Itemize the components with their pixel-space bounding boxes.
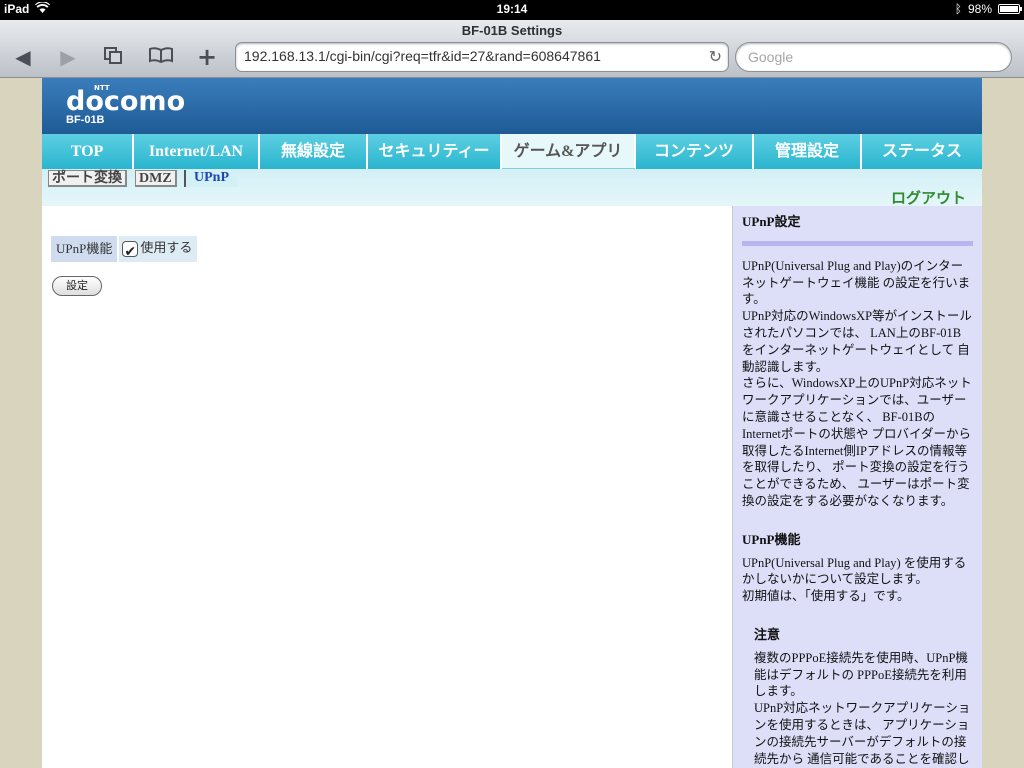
tab-wireless[interactable]: 無線設定 bbox=[260, 134, 368, 169]
upnp-label: UPnP機能 bbox=[51, 236, 118, 262]
browser-toolbar: BF-01B Settings ◀ ▶ + 192.168.13.1/cgi-b… bbox=[0, 20, 1024, 78]
forward-icon[interactable]: ▶ bbox=[55, 46, 81, 68]
upnp-enable-checkbox[interactable] bbox=[122, 239, 139, 265]
help-intro: UPnP(Universal Plug and Play)のインターネットゲート… bbox=[742, 258, 971, 307]
help-panel: UPnP設定 UPnP(Universal Plug and Play)のインタ… bbox=[732, 206, 982, 768]
help-note: 注意 複数のPPPoE接続先を使用時、UPnP機能はデフォルトの PPPoE接続… bbox=[742, 627, 973, 767]
subtab-port-forwarding[interactable]: ポート変換 bbox=[48, 170, 127, 187]
help-note-title: 注意 bbox=[754, 626, 781, 642]
help-note-p2: UPnP対応ネットワークアプリケーションを使用するときは、 アプリケーションの接… bbox=[754, 701, 971, 766]
help-note-p1: 複数のPPPoE接続先を使用時、UPnP機能はデフォルトの PPPoE接続先を利… bbox=[754, 650, 968, 699]
tab-security[interactable]: セキュリティー bbox=[368, 134, 502, 169]
subtab-upnp[interactable]: UPnP bbox=[184, 170, 237, 187]
set-button[interactable]: 設定 bbox=[52, 276, 102, 296]
sub-nav: ポート変換 DMZ UPnP ログアウト bbox=[42, 169, 982, 208]
subtab-dmz[interactable]: DMZ bbox=[135, 170, 177, 187]
clock: 19:14 bbox=[496, 2, 528, 16]
help-section2-title: UPnP機能 bbox=[742, 531, 801, 547]
reload-icon[interactable]: ↻ bbox=[709, 47, 722, 67]
search-field[interactable]: Google bbox=[735, 42, 1012, 72]
help-section2-text: UPnP(Universal Plug and Play) を使用するかしないか… bbox=[742, 555, 967, 587]
docomo-logo: NTT docomo BF-01B bbox=[66, 84, 186, 126]
upnp-enable-label: 使用する bbox=[140, 241, 193, 256]
settings-form: UPnP機能 使用する 設定 bbox=[42, 206, 732, 768]
page-title: BF-01B Settings bbox=[461, 23, 563, 38]
tab-status[interactable]: ステータス bbox=[862, 134, 982, 169]
main-nav: TOP Internet/LAN 無線設定 セキュリティー ゲーム&アプリ コン… bbox=[42, 134, 982, 169]
tab-contents[interactable]: コンテンツ bbox=[636, 134, 754, 169]
upnp-row: UPnP機能 使用する bbox=[51, 236, 198, 265]
upnp-enable[interactable]: 使用する bbox=[119, 236, 198, 265]
bluetooth-icon: ᛒ bbox=[954, 2, 962, 16]
tab-games-apps[interactable]: ゲーム&アプリ bbox=[502, 134, 636, 169]
battery-icon bbox=[998, 4, 1022, 14]
tab-internet-lan[interactable]: Internet/LAN bbox=[134, 134, 260, 169]
url-field[interactable]: 192.168.13.1/cgi-bin/cgi?req=tfr&id=27&r… bbox=[235, 42, 729, 72]
help-p3: さらに、WindowsXP上のUPnP対応ネットワークアプリケーションでは、ユー… bbox=[742, 376, 972, 508]
help-p2: UPnP対応のWindowsXP等がインストールされたパソコンでは、 LAN上の… bbox=[742, 309, 972, 374]
battery-percent: 98% bbox=[967, 2, 992, 16]
pages-icon[interactable] bbox=[100, 46, 126, 68]
router-page: NTT docomo BF-01B TOP Internet/LAN 無線設定 … bbox=[42, 78, 982, 768]
help-title: UPnP設定 bbox=[742, 214, 801, 229]
logout-link[interactable]: ログアウト bbox=[891, 187, 966, 208]
back-icon[interactable]: ◀ bbox=[10, 46, 36, 68]
tab-admin[interactable]: 管理設定 bbox=[754, 134, 862, 169]
status-bar: iPad 19:14 ᛒ 98% bbox=[0, 0, 1024, 20]
tab-top[interactable]: TOP bbox=[42, 134, 134, 169]
help-section2-default: 初期値は、「使用する」です。 bbox=[742, 589, 910, 604]
bookmarks-icon[interactable] bbox=[148, 46, 174, 68]
url-text: 192.168.13.1/cgi-bin/cgi?req=tfr&id=27&r… bbox=[244, 48, 601, 64]
site-header: NTT docomo BF-01B bbox=[42, 78, 982, 134]
add-icon[interactable]: + bbox=[194, 45, 220, 69]
help-divider bbox=[742, 240, 973, 246]
